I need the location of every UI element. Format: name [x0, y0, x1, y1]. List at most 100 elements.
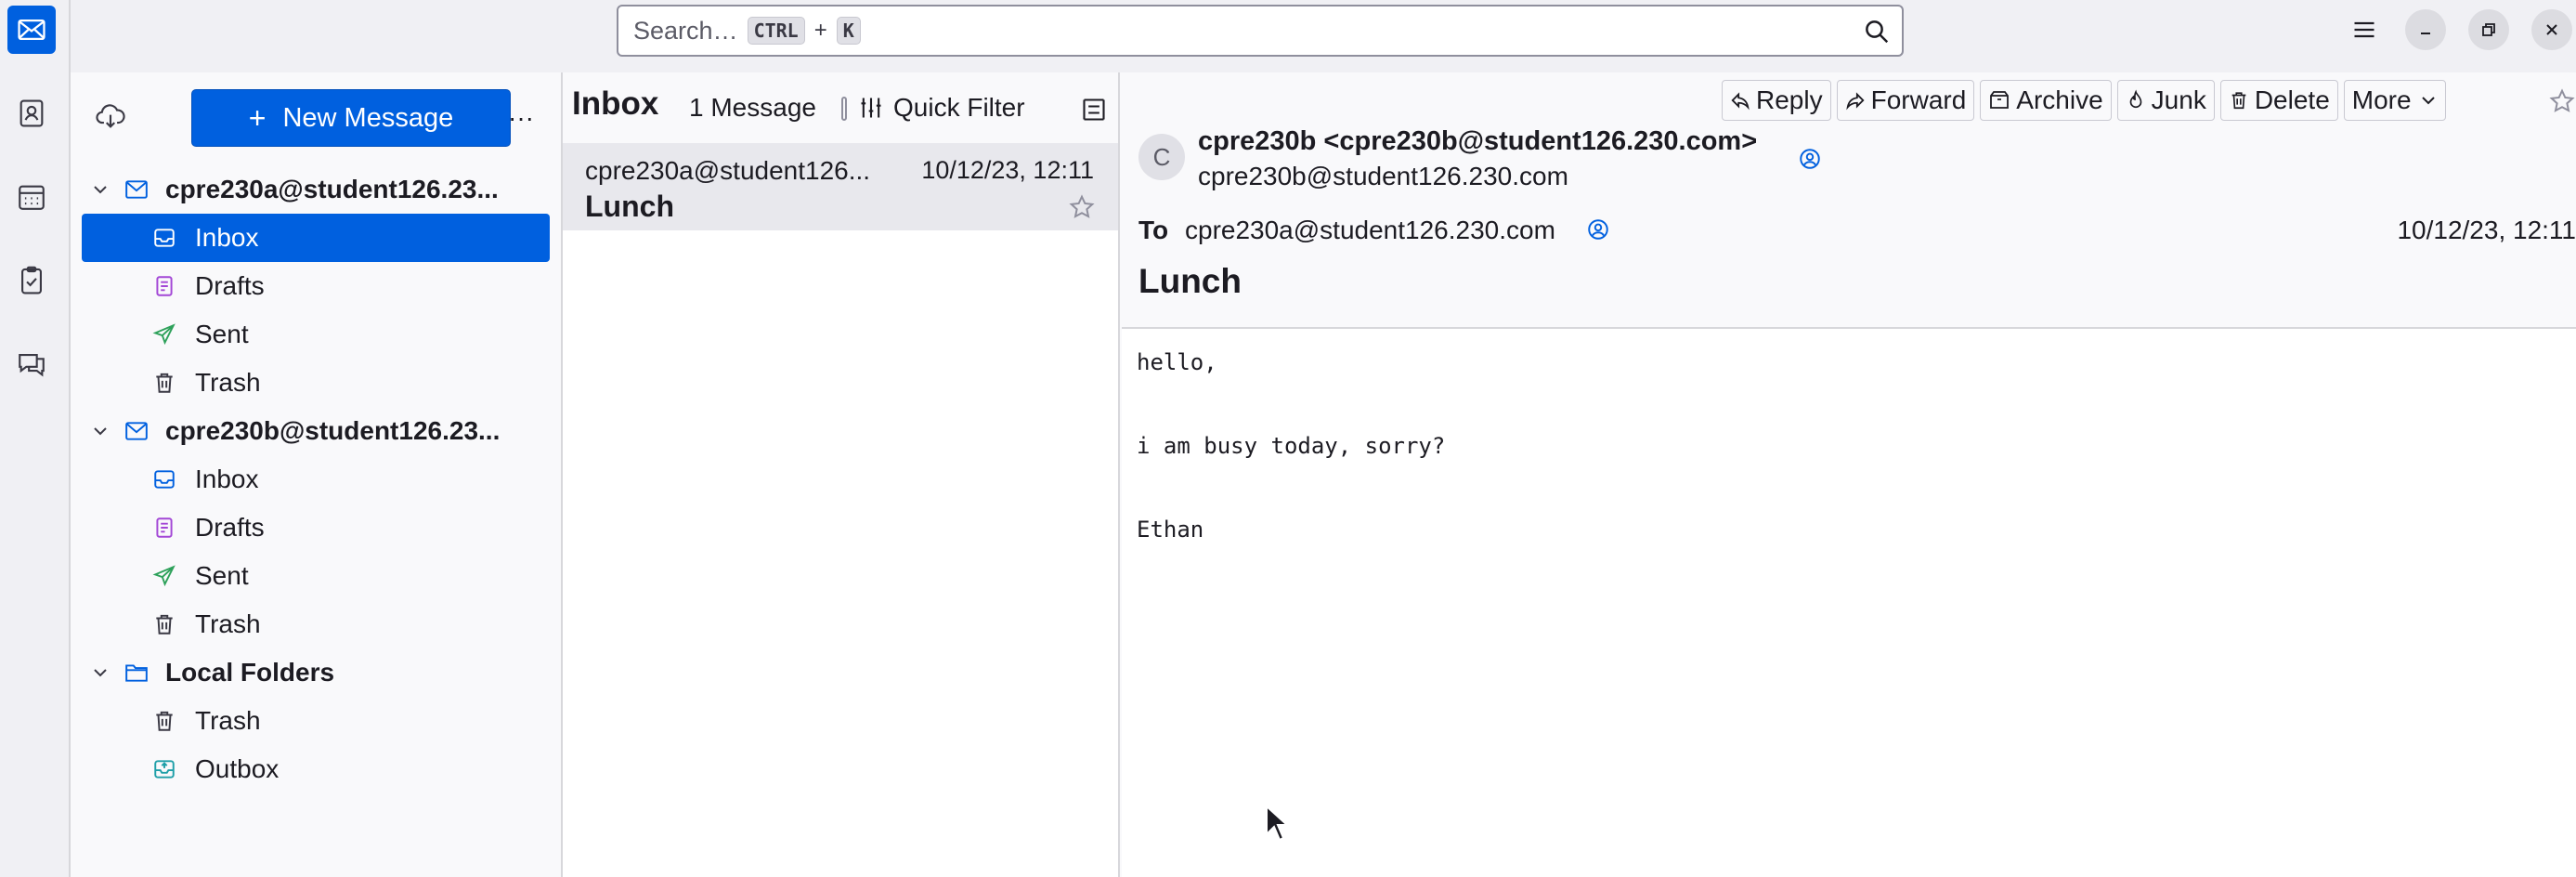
to-address[interactable]: cpre230a@student126.230.com	[1185, 216, 1555, 245]
folder-trash-local[interactable]: Trash	[82, 697, 550, 745]
toggle-icon[interactable]	[841, 97, 847, 121]
folder-pane-header: + New Message ···	[71, 72, 561, 158]
table-row[interactable]: cpre230a@student126... 10/12/23, 12:11 L…	[563, 143, 1118, 230]
message-header: Reply Forward Archive Junk Delete More C…	[1122, 72, 2576, 329]
body-line: hello,	[1137, 349, 1217, 375]
thread-pane: Inbox 1 Message Quick Filter cpre230a@st…	[563, 72, 1120, 877]
more-button[interactable]: More	[2343, 80, 2446, 121]
folder-outbox-local[interactable]: Outbox	[82, 745, 550, 793]
avatar: C	[1138, 134, 1185, 180]
tasks-icon	[21, 266, 42, 295]
shortcut-key-k: K	[836, 17, 861, 45]
archive-button[interactable]: Archive	[1980, 80, 2112, 121]
to-label: To	[1138, 216, 1169, 244]
folder-trash-a[interactable]: Trash	[82, 359, 550, 407]
shortcut-plus: +	[813, 18, 827, 43]
reply-button[interactable]: Reply	[1722, 80, 1831, 121]
folder-inbox-b[interactable]: Inbox	[82, 455, 550, 504]
account-row-cpre230b[interactable]: cpre230b@student126.23...	[82, 407, 550, 455]
archive-label: Archive	[2016, 85, 2103, 114]
folder-drafts-b[interactable]: Drafts	[82, 504, 550, 552]
message-date: 10/12/23, 12:11	[2397, 216, 2576, 244]
mail-space-button[interactable]	[7, 6, 56, 54]
forward-icon	[1845, 92, 1865, 111]
reply-label: Reply	[1756, 85, 1823, 114]
trash-icon	[156, 711, 173, 731]
contact-icon[interactable]	[1798, 147, 1822, 171]
chevron-down-icon[interactable]	[91, 422, 110, 440]
new-message-button[interactable]: + New Message	[191, 89, 511, 147]
drafts-icon	[156, 517, 173, 538]
display-options-icon[interactable]	[1081, 97, 1107, 123]
message-sender: cpre230a@student126...	[585, 156, 871, 185]
address-book-space-button[interactable]	[7, 89, 56, 137]
folder-inbox-a[interactable]: Inbox	[82, 214, 550, 262]
body-line: Ethan	[1137, 517, 1204, 543]
mail-account-icon	[125, 422, 148, 440]
quick-filter-button[interactable]: Quick Filter	[893, 93, 1025, 123]
message-count: 1 Message	[689, 93, 816, 122]
hamburger-menu-icon	[2354, 21, 2374, 38]
junk-label: Junk	[2151, 85, 2206, 114]
outbox-icon	[154, 760, 175, 779]
tasks-space-button[interactable]	[7, 256, 56, 305]
trash-icon	[156, 373, 173, 393]
new-message-label: New Message	[282, 102, 454, 133]
folder-sent-b[interactable]: Sent	[82, 552, 550, 600]
account-label: cpre230a@student126.23...	[165, 175, 499, 203]
message-actions: Reply Forward Archive Junk Delete More	[1722, 80, 2446, 121]
folder-title: Inbox	[572, 85, 659, 122]
minimize-button[interactable]	[2405, 9, 2446, 50]
calendar-space-button[interactable]	[7, 173, 56, 221]
junk-icon	[2129, 89, 2141, 109]
folder-pane-more-button[interactable]: ···	[498, 95, 544, 141]
from-address: cpre230b@student126.230.com	[1198, 162, 1568, 190]
chat-icon	[19, 354, 45, 377]
shortcut-key-ctrl: CTRL	[747, 17, 805, 45]
folder-sent-a[interactable]: Sent	[82, 310, 550, 359]
folder-label: Sent	[195, 561, 249, 590]
inbox-icon	[154, 470, 175, 489]
archive-icon	[1990, 91, 2010, 109]
quick-filter-icon[interactable]	[858, 95, 884, 121]
forward-button[interactable]: Forward	[1836, 80, 1975, 121]
chat-space-button[interactable]	[7, 340, 56, 388]
chevron-down-icon	[2421, 97, 2435, 105]
account-row-cpre230a[interactable]: cpre230a@student126.23...	[82, 165, 550, 214]
junk-button[interactable]: Junk	[2116, 80, 2215, 121]
star-icon[interactable]	[1068, 193, 1096, 221]
contact-icon[interactable]	[1586, 217, 1610, 242]
search-icon[interactable]	[1863, 18, 1891, 46]
app-menu-button[interactable]	[2344, 9, 2385, 50]
chevron-down-icon[interactable]	[91, 180, 110, 199]
folder-trash-b[interactable]: Trash	[82, 600, 550, 648]
calendar-icon	[19, 185, 45, 210]
folder-label: Trash	[195, 368, 261, 397]
search-placeholder: Search…	[633, 16, 738, 45]
message-date: 10/12/23, 12:11	[921, 156, 1094, 184]
chevron-down-icon[interactable]	[91, 663, 110, 682]
account-row-local-folders[interactable]: Local Folders	[82, 648, 550, 697]
search-bar[interactable]: Search… CTRL + K	[617, 5, 1904, 57]
minimize-icon	[2421, 33, 2430, 34]
body-line: i am busy today, sorry?	[1137, 433, 1446, 459]
forward-label: Forward	[1870, 85, 1967, 114]
restore-button[interactable]	[2468, 9, 2509, 50]
from-name[interactable]: cpre230b <cpre230b@student126.230.com>	[1198, 126, 1757, 157]
folder-drafts-a[interactable]: Drafts	[82, 262, 550, 310]
folder-label: Inbox	[195, 223, 259, 252]
plus-icon: +	[248, 100, 267, 135]
body-line	[1137, 384, 1445, 425]
close-button[interactable]	[2531, 9, 2572, 50]
title-bar: Search… CTRL + K	[71, 0, 2576, 72]
trash-icon	[156, 614, 173, 635]
delete-button[interactable]: Delete	[2219, 80, 2338, 121]
star-icon[interactable]	[2548, 87, 2576, 115]
get-messages-icon[interactable]	[95, 100, 126, 132]
folder-label: Sent	[195, 320, 249, 348]
message-body: hello, i am busy today, sorry? Ethan	[1137, 342, 1445, 551]
folder-label: Outbox	[195, 754, 280, 783]
folder-label: Drafts	[195, 271, 265, 300]
body-line	[1137, 467, 1445, 509]
folder-label: Trash	[195, 609, 261, 638]
